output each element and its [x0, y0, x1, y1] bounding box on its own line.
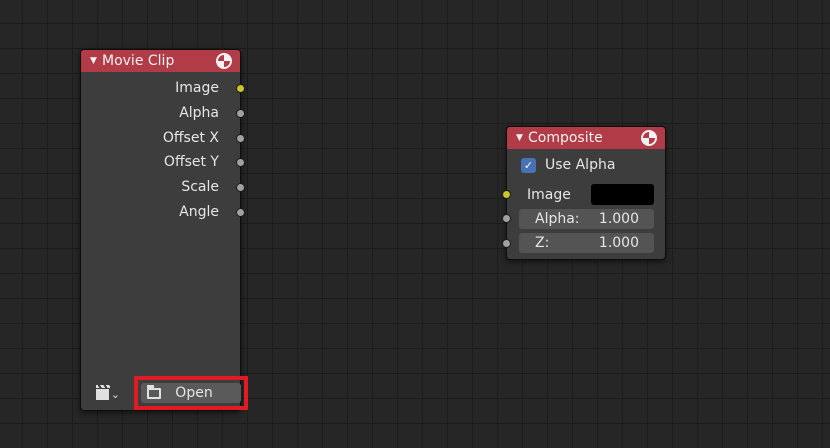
output-alpha: Alpha	[179, 105, 219, 121]
composite-node[interactable]: ▼ Composite ✓ Use Alpha Image Alpha: 1.0…	[502, 126, 666, 260]
output-image: Image	[175, 80, 219, 96]
render-preview-icon[interactable]	[641, 130, 657, 146]
alpha-field-label: Alpha:	[535, 211, 580, 227]
open-button-label: Open	[175, 385, 213, 401]
z-field-value: 1.000	[598, 235, 639, 251]
output-offset-y-socket[interactable]	[236, 158, 245, 167]
movie-clip-node[interactable]: ▼ Movie Clip Image Alpha Offset X Offset…	[80, 49, 248, 411]
use-alpha-checkbox[interactable]: ✓	[521, 157, 536, 173]
composite-node-title: Composite	[528, 130, 603, 146]
output-angle: Angle	[179, 204, 219, 220]
composite-node-header[interactable]: ▼ Composite	[507, 127, 665, 149]
output-scale-socket[interactable]	[236, 183, 245, 192]
movie-clip-footer: ⌄ Open	[92, 376, 248, 410]
open-button-highlight: Open	[134, 376, 248, 410]
input-image-socket[interactable]	[502, 190, 511, 199]
image-color-swatch[interactable]	[591, 184, 654, 205]
movie-clip-node-header[interactable]: ▼ Movie Clip	[81, 50, 240, 72]
collapse-arrow-icon[interactable]: ▼	[90, 56, 102, 66]
output-image-socket[interactable]	[236, 84, 245, 93]
output-offset-y: Offset Y	[163, 154, 219, 170]
collapse-arrow-icon[interactable]: ▼	[516, 133, 528, 143]
movie-clip-icon	[96, 384, 110, 400]
output-offset-x: Offset X	[162, 130, 219, 146]
output-scale: Scale	[181, 179, 219, 195]
folder-icon	[147, 384, 161, 399]
movie-clip-node-title: Movie Clip	[102, 53, 175, 69]
input-image-label: Image	[527, 187, 571, 203]
alpha-field[interactable]: Alpha: 1.000	[519, 209, 654, 229]
chevron-down-icon: ⌄	[110, 387, 120, 401]
use-alpha-label: Use Alpha	[545, 157, 616, 173]
input-alpha-socket[interactable]	[502, 214, 511, 223]
output-offset-x-socket[interactable]	[236, 134, 245, 143]
use-alpha-toggle[interactable]: ✓ Use Alpha	[521, 157, 615, 173]
z-field-label: Z:	[535, 235, 550, 251]
z-field[interactable]: Z: 1.000	[519, 233, 654, 253]
alpha-field-value: 1.000	[598, 211, 639, 227]
input-image-row: Image	[527, 187, 571, 203]
render-preview-icon[interactable]	[216, 53, 232, 69]
input-z-socket[interactable]	[502, 239, 511, 248]
output-alpha-socket[interactable]	[236, 109, 245, 118]
open-button[interactable]: Open	[141, 383, 241, 403]
output-angle-socket[interactable]	[236, 208, 245, 217]
clip-browse-button[interactable]: ⌄	[92, 384, 120, 404]
